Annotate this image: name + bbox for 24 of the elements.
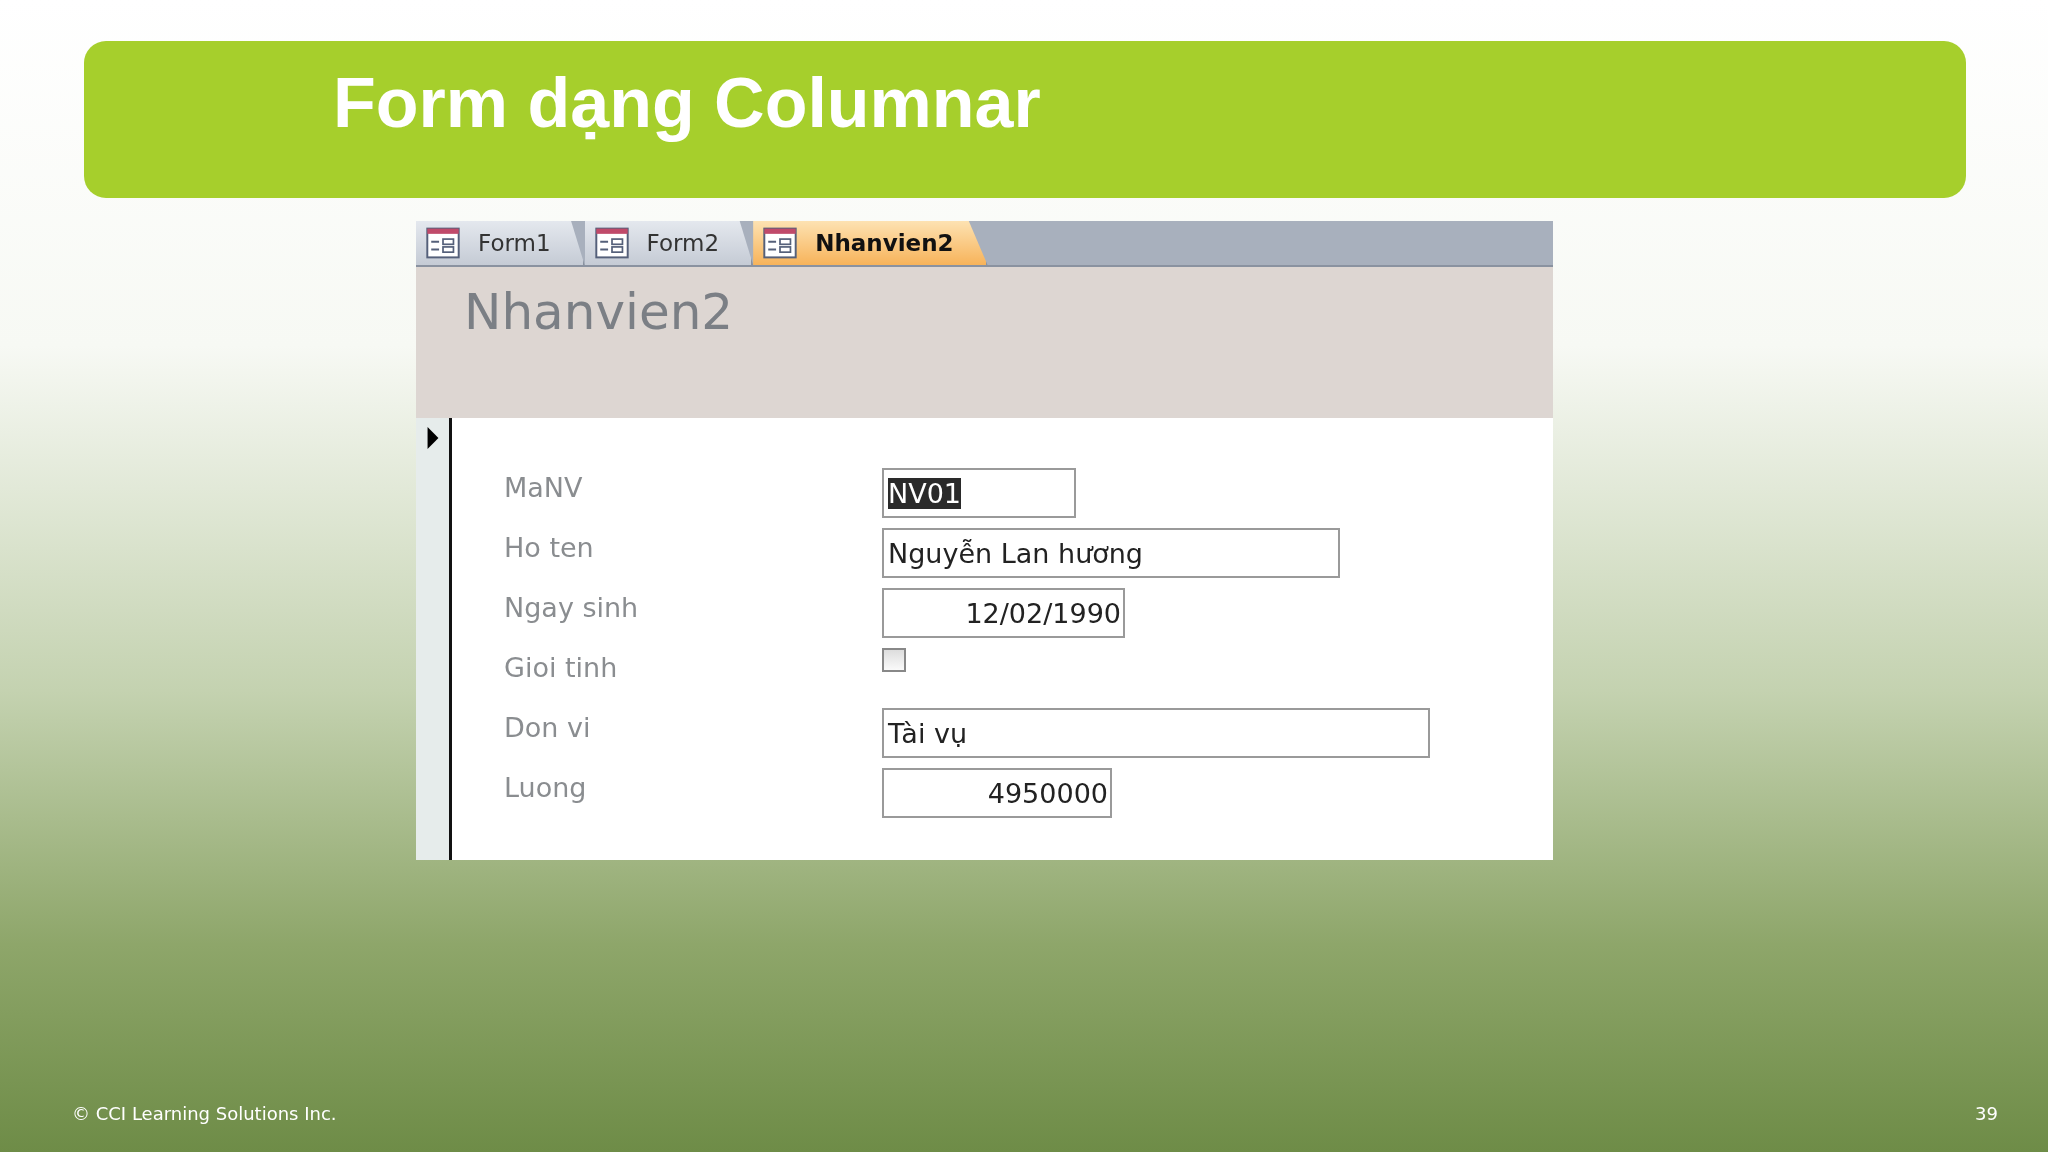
field-label: Ngay sinh bbox=[504, 591, 640, 623]
field-label: Gioi tinh bbox=[504, 651, 619, 683]
document-tab[interactable]: Form1 bbox=[416, 221, 585, 265]
field-label: Luong bbox=[504, 771, 588, 803]
field-label: Don vi bbox=[504, 711, 592, 743]
text-field[interactable]: 12/02/1990 bbox=[882, 588, 1125, 638]
slide-title: Form dạng Columnar bbox=[333, 63, 1041, 143]
form-icon bbox=[426, 227, 460, 259]
document-tab[interactable]: Nhanvien2 bbox=[753, 221, 988, 265]
text-field[interactable]: 4950000 bbox=[882, 768, 1112, 818]
record-selector[interactable] bbox=[416, 418, 452, 860]
form-icon bbox=[594, 227, 629, 259]
form-icon bbox=[763, 227, 798, 259]
checkbox[interactable] bbox=[882, 648, 906, 672]
text-field[interactable]: Tài vụ bbox=[882, 708, 1430, 758]
form-title: Nhanvien2 bbox=[464, 283, 734, 341]
field-label: MaNV bbox=[504, 471, 584, 503]
text-field[interactable]: Nguyễn Lan hương bbox=[882, 528, 1340, 578]
current-record-icon bbox=[425, 426, 440, 450]
text-field[interactable]: NV01 bbox=[882, 468, 1076, 518]
page-number: 39 bbox=[1975, 1103, 1998, 1124]
document-tab[interactable]: Form2 bbox=[584, 221, 754, 265]
field-label: Ho ten bbox=[504, 531, 595, 563]
copyright-text: © CCI Learning Solutions Inc. bbox=[72, 1103, 337, 1124]
